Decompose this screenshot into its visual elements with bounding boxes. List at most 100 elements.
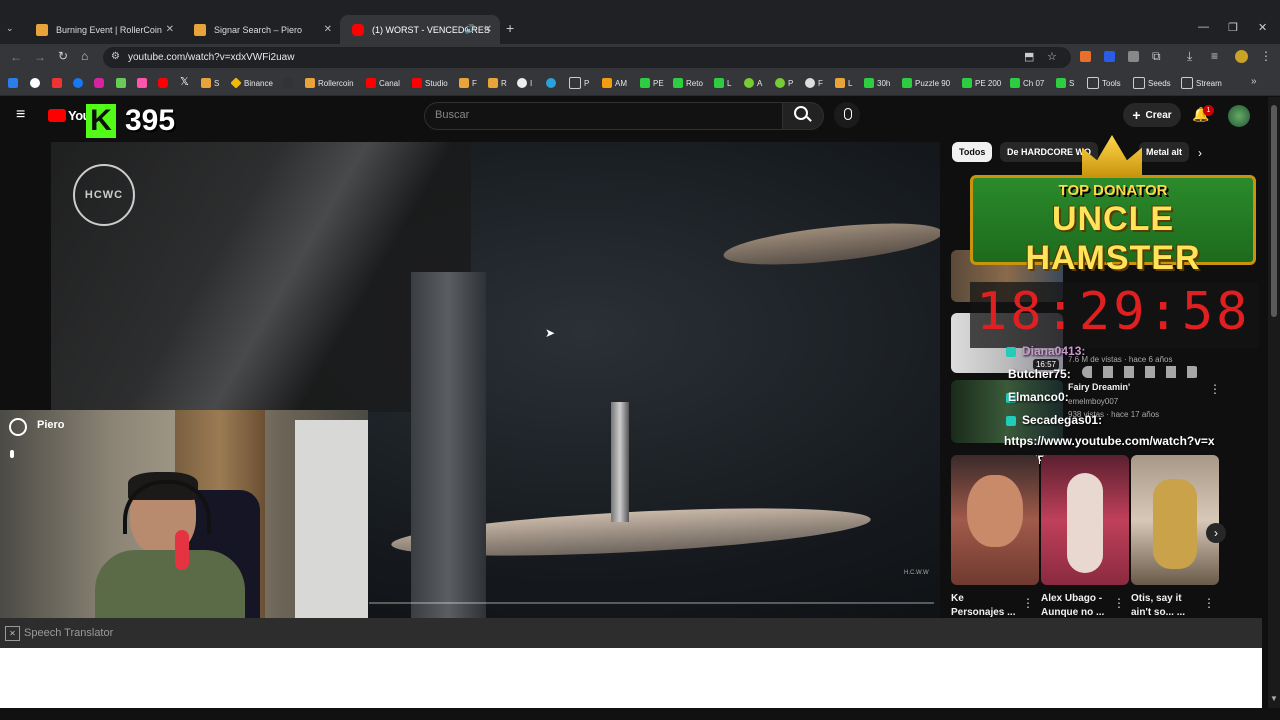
signar-icon [194,23,206,36]
bookmark-icon[interactable] [137,78,147,88]
bookmark-item[interactable]: Puzzle 90 [902,75,950,91]
bookmark-item[interactable]: Rollercoin [305,75,354,91]
cards-next-icon[interactable]: › [1206,523,1226,543]
bookmark-item[interactable]: Studio [412,75,448,91]
more-icon[interactable]: ⋮ [1209,382,1221,396]
more-icon[interactable]: ⋮ [1022,596,1034,610]
bookmark-item[interactable]: R [488,75,507,91]
card-title[interactable]: Alex Ubago - Aunque no ... [1041,592,1109,620]
create-button[interactable]: + Crear [1123,103,1181,127]
bookmark-icon[interactable] [52,78,62,88]
x-icon[interactable]: 𝕏 [180,75,189,88]
card-title[interactable]: Ke Personajes ... [951,592,1017,620]
extension-shield-icon[interactable] [1104,51,1115,62]
instagram-icon[interactable] [94,78,104,88]
more-icon[interactable]: ⋮ [1203,596,1215,610]
card-thumbnail[interactable] [1131,455,1219,585]
bookmark-item[interactable]: S [1056,75,1074,91]
tab-search-icon[interactable]: ⌄ [6,23,14,34]
back-icon[interactable]: ← [10,50,22,64]
url-field[interactable]: ⚙ youtube.com/watch?v=xdxVWFi2uaw ⬒ ☆ [103,47,1071,68]
bookmark-item[interactable]: F [459,75,477,91]
bookmark-icon[interactable] [116,78,126,88]
chip-todos[interactable]: Todos [952,142,993,162]
scrollbar-thumb[interactable] [1271,105,1277,317]
card-thumbnail[interactable] [951,455,1039,585]
menu-icon[interactable]: ⋮ [1260,49,1272,63]
bookmark-item[interactable]: AM [602,75,627,91]
bookmark-item[interactable]: L [714,75,731,91]
close-window-icon[interactable]: ✕ [1258,21,1267,34]
webcam-name: Piero [37,419,65,431]
install-icon[interactable]: ⬒ [1024,50,1034,63]
tab-signar[interactable]: Signar Search – Piero ✕ [182,15,340,44]
card-title[interactable]: Otis, say it ain't so... ... [1131,592,1199,620]
bookmark-icon [640,78,650,88]
facebook-icon[interactable] [73,78,83,88]
extension-grid-icon[interactable] [1128,51,1139,62]
bookmark-icon[interactable] [30,78,40,88]
speaker-icon[interactable]: 🔊 [465,24,476,35]
close-icon[interactable]: ✕ [484,24,492,35]
timer-overlay: 18:29:58 [970,282,1258,348]
avatar[interactable] [1228,105,1250,127]
bookmark-item[interactable]: A [744,75,762,91]
tab-rollercoin[interactable]: Burning Event | RollerCoin ✕ [24,15,182,44]
bookmark-item[interactable]: Canal [366,75,400,91]
tab-title: Signar Search – Piero [214,24,303,35]
bookmark-icon[interactable] [8,78,18,88]
youtube-logo[interactable]: You [48,108,91,123]
card-person [1153,479,1197,569]
bookmark-item[interactable]: P [775,75,793,91]
download-icon[interactable]: ⤓ [1187,49,1192,64]
new-tab-icon[interactable]: + [506,20,514,36]
search-input[interactable]: Buscar [424,102,784,130]
search-button[interactable] [782,102,824,130]
bookmark-item[interactable]: I [517,75,532,91]
maximize-icon[interactable]: ❐ [1228,21,1238,34]
hamburger-icon[interactable]: ≡ [16,106,25,124]
chip-next-icon[interactable]: › [1198,146,1202,160]
tab-youtube[interactable]: (1) WORST - VENCEDORES 🔊 ✕ [340,15,500,44]
forward-icon[interactable]: → [34,50,46,64]
bottom-strip [0,708,1280,720]
star-icon[interactable]: ☆ [1047,50,1057,63]
bookmark-item[interactable]: 30h [864,75,890,91]
media-icon[interactable]: ≡ [1211,49,1218,63]
bookmark-item[interactable] [283,75,296,91]
extensions-icon[interactable]: ⧉ [1152,49,1161,64]
bookmark-item[interactable]: L [835,75,852,91]
scrollbar[interactable]: ▼ [1268,97,1280,708]
bookmark-folder[interactable]: Stream [1181,75,1222,91]
youtube-icon[interactable] [158,78,168,88]
youtube-icon [366,78,376,88]
more-bookmarks-icon[interactable]: » [1251,76,1257,87]
bookmark-icon [459,78,469,88]
card-thumbnail[interactable] [1041,455,1129,585]
chip-metal[interactable]: Metal alt [1139,142,1190,162]
extension-fox-icon[interactable] [1080,51,1091,62]
close-icon[interactable]: ✕ [166,24,174,35]
bookmark-folder[interactable]: Tools [1087,75,1121,91]
bookmark-item[interactable]: Binance [230,75,273,91]
microphone-icon [175,530,189,570]
minimize-icon[interactable]: — [1198,21,1209,33]
more-icon[interactable]: ⋮ [1113,596,1125,610]
close-icon[interactable]: ✕ [324,24,332,35]
bookmark-item[interactable]: PE 200 [962,75,1001,91]
bookmark-item[interactable]: Ch 07 [1010,75,1044,91]
progress-bar[interactable] [369,602,934,604]
mic-button[interactable] [834,102,860,128]
home-icon[interactable]: ⌂ [81,49,88,63]
bookmark-item[interactable]: S [201,75,219,91]
bookmark-folder[interactable]: Seeds [1133,75,1171,91]
scroll-down-icon[interactable]: ▼ [1270,694,1278,703]
bookmark-item[interactable]: P [569,75,589,91]
bookmark-item[interactable] [546,75,559,91]
site-info-icon[interactable]: ⚙ [111,51,120,62]
bookmark-item[interactable]: PE [640,75,664,91]
reload-icon[interactable]: ↻ [58,49,68,63]
bookmark-item[interactable]: Reto [673,75,703,91]
profile-icon[interactable] [1235,50,1248,63]
bookmark-item[interactable]: F [805,75,823,91]
